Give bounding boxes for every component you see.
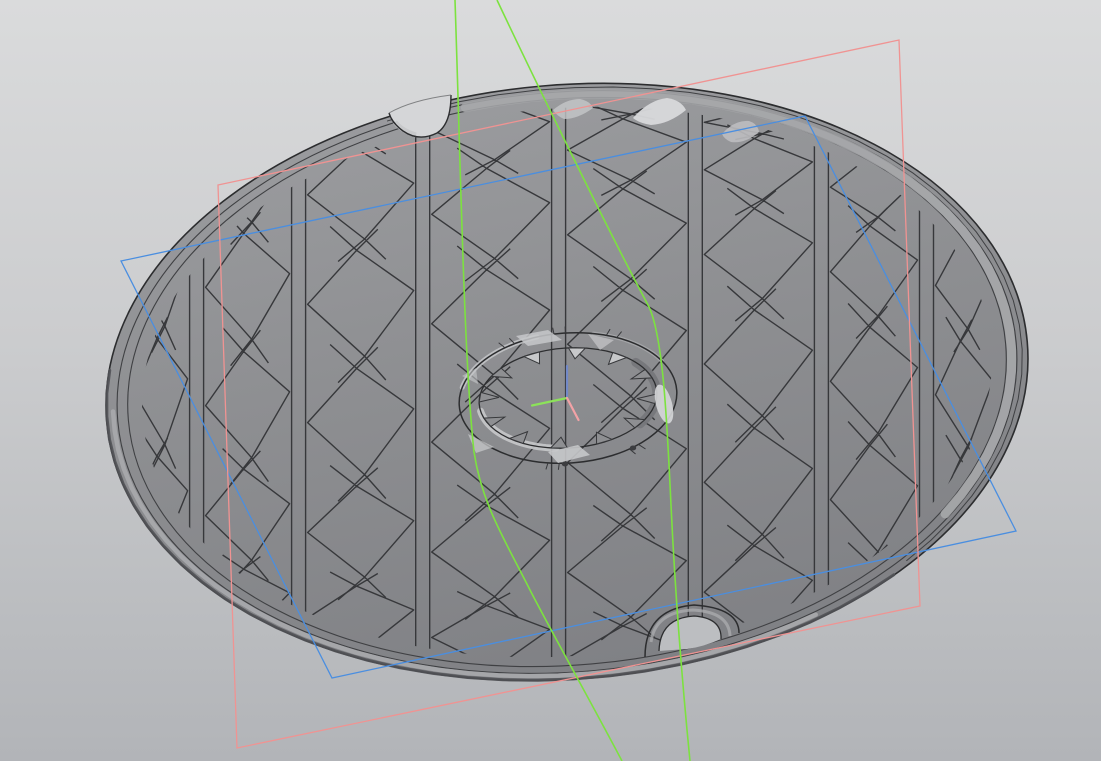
mount-hole-dot[interactable]: [629, 445, 637, 451]
cad-viewport[interactable]: [0, 0, 1101, 761]
cad-scene[interactable]: [0, 0, 1101, 761]
mount-hole-dot[interactable]: [561, 461, 569, 467]
